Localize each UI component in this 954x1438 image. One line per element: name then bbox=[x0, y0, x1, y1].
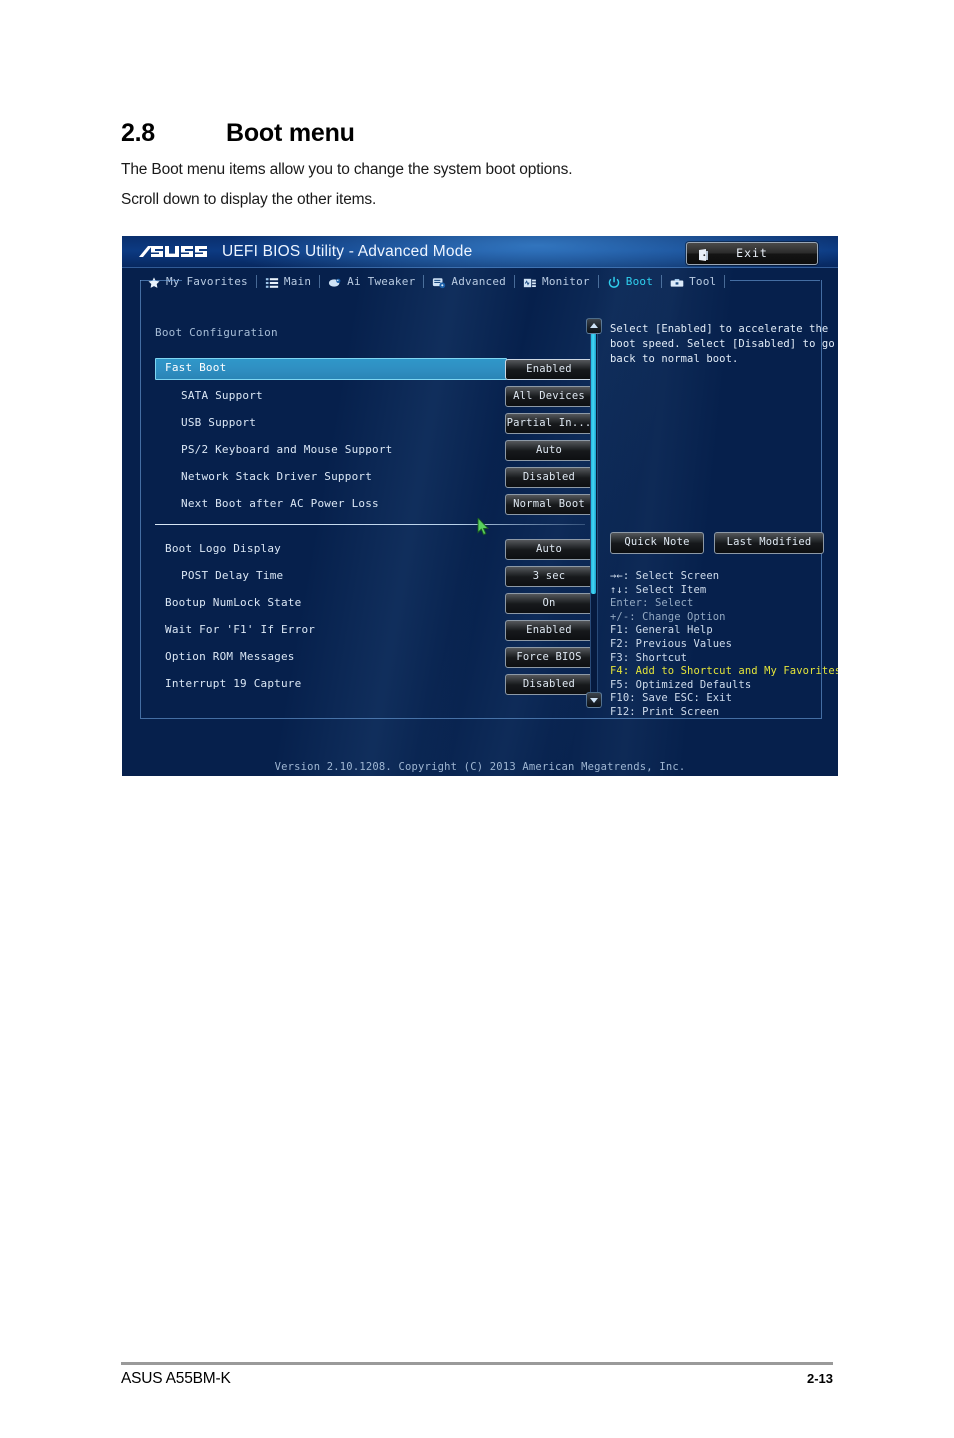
quick-note-button[interactable]: Quick Note bbox=[610, 532, 704, 554]
boot-configuration-header: Boot Configuration bbox=[155, 326, 278, 339]
help-line-3: back to normal boot. bbox=[610, 353, 739, 365]
help-action-buttons: Quick Note Last Modified bbox=[610, 532, 824, 554]
setting-value-label: On bbox=[542, 597, 556, 609]
bios-version-line: Version 2.10.1208. Copyright (C) 2013 Am… bbox=[274, 761, 686, 773]
intro-paragraph-2: Scroll down to display the other items. bbox=[121, 191, 377, 208]
setting-label: SATA Support bbox=[181, 389, 263, 402]
setting-value-bootup-numlock-state[interactable]: On bbox=[505, 593, 593, 614]
last-modified-label: Last Modified bbox=[726, 536, 812, 548]
frame-top-right-rule bbox=[730, 280, 820, 281]
setting-value-option-rom-messages[interactable]: Force BIOS bbox=[505, 647, 593, 668]
key-legend-line: +/-: Change Option bbox=[610, 610, 726, 623]
exit-button-label: Exit bbox=[736, 246, 768, 260]
setting-label: Boot Logo Display bbox=[165, 542, 281, 555]
quick-note-label: Quick Note bbox=[624, 536, 690, 548]
setting-value-fast-boot[interactable]: Enabled bbox=[505, 359, 593, 380]
key-legend-line: ↑↓: Select Item bbox=[610, 583, 707, 596]
bios-window-title: UEFI BIOS Utility - Advanced Mode bbox=[222, 243, 473, 260]
setting-label: Bootup NumLock State bbox=[165, 596, 302, 609]
setting-value-label: Partial In... bbox=[506, 417, 592, 429]
help-description: Select [Enabled] to accelerate the boot … bbox=[610, 322, 835, 367]
help-scrollbar[interactable] bbox=[585, 318, 602, 708]
help-line-1: Select [Enabled] to accelerate the bbox=[610, 323, 829, 335]
setting-label: POST Delay Time bbox=[181, 569, 284, 582]
setting-value-label: Disabled bbox=[522, 471, 576, 483]
setting-label: Option ROM Messages bbox=[165, 650, 295, 663]
last-modified-button[interactable]: Last Modified bbox=[714, 532, 824, 554]
scroll-up-arrow-icon[interactable] bbox=[586, 318, 602, 334]
setting-label: Wait For 'F1' If Error bbox=[165, 623, 316, 636]
setting-label: PS/2 Keyboard and Mouse Support bbox=[181, 443, 393, 456]
asus-logo-icon bbox=[139, 244, 211, 260]
setting-value-label: Enabled bbox=[526, 363, 572, 375]
setting-value-ps-2-keyboard-and-mouse-support[interactable]: Auto bbox=[505, 440, 593, 461]
key-legend-line: F10: Save ESC: Exit bbox=[610, 692, 733, 705]
setting-value-post-delay-time[interactable]: 3 sec bbox=[505, 566, 593, 587]
footer-rule bbox=[121, 1362, 833, 1365]
setting-value-label: Auto bbox=[535, 444, 563, 456]
setting-value-label: 3 sec bbox=[532, 570, 566, 582]
key-legend: →←: Select Screen ↑↓: Select Item Enter: S… bbox=[610, 570, 838, 720]
setting-value-label: Enabled bbox=[526, 624, 572, 636]
setting-value-label: Force BIOS bbox=[516, 651, 582, 663]
footer-model: ASUS A55BM-K bbox=[121, 1370, 231, 1387]
help-line-2: boot speed. Select [Disabled] to go bbox=[610, 338, 835, 350]
key-legend-line: →←: Select Screen bbox=[610, 570, 720, 582]
setting-label: Interrupt 19 Capture bbox=[165, 677, 302, 690]
setting-value-label: Disabled bbox=[522, 678, 576, 690]
setting-value-sata-support[interactable]: All Devices bbox=[505, 386, 593, 407]
setting-value-interrupt-19-capture[interactable]: Disabled bbox=[505, 674, 593, 695]
bios-screenshot: UEFI BIOS Utility - Advanced Mode Exit M… bbox=[122, 236, 838, 776]
exit-button[interactable]: Exit bbox=[686, 242, 818, 265]
setting-row-fast-boot[interactable]: Fast Boot bbox=[155, 358, 507, 380]
setting-label: Fast Boot bbox=[165, 361, 227, 374]
key-legend-line: F3: Shortcut bbox=[610, 651, 688, 664]
page-title: 2.8 Boot menu bbox=[121, 119, 821, 148]
scroll-down-arrow-icon[interactable] bbox=[586, 692, 602, 708]
setting-value-boot-logo-display[interactable]: Auto bbox=[505, 539, 593, 560]
setting-value-label: Normal Boot bbox=[513, 498, 585, 510]
key-legend-line: Enter: Select bbox=[610, 597, 694, 610]
scrollbar-thumb[interactable] bbox=[591, 331, 596, 594]
frame-top-left-rule bbox=[140, 280, 182, 281]
key-legend-line: F12: Print Screen bbox=[610, 705, 720, 718]
setting-value-wait-for-f1-if-error[interactable]: Enabled bbox=[505, 620, 593, 641]
footer-page-number: 2-13 bbox=[806, 1371, 833, 1386]
setting-value-network-stack-driver-support[interactable]: Disabled bbox=[505, 467, 593, 488]
setting-label: Network Stack Driver Support bbox=[181, 470, 373, 483]
key-legend-line: F2: Previous Values bbox=[610, 637, 733, 650]
intro-paragraph-1: The Boot menu items allow you to change … bbox=[121, 161, 573, 178]
setting-value-usb-support[interactable]: Partial In... bbox=[505, 413, 593, 434]
section-number: 2.8 bbox=[121, 119, 155, 147]
key-legend-line: F4: Add to Shortcut and My Favorites bbox=[610, 665, 838, 678]
bios-title-bar: UEFI BIOS Utility - Advanced Mode Exit bbox=[122, 236, 838, 268]
setting-label: USB Support bbox=[181, 416, 257, 429]
document-page: 2.8 Boot menu The Boot menu items allow y… bbox=[0, 0, 954, 1438]
setting-value-next-boot-after-ac-power-loss[interactable]: Normal Boot bbox=[505, 494, 593, 515]
setting-value-label: All Devices bbox=[513, 390, 585, 402]
setting-label: Next Boot after AC Power Loss bbox=[181, 497, 379, 510]
section-title: Boot menu bbox=[226, 119, 355, 147]
key-legend-line: F1: General Help bbox=[610, 624, 713, 637]
setting-value-label: Auto bbox=[535, 543, 563, 555]
mouse-cursor bbox=[477, 516, 490, 536]
key-legend-line: F5: Optimized Defaults bbox=[610, 678, 752, 691]
group-divider bbox=[155, 524, 585, 525]
